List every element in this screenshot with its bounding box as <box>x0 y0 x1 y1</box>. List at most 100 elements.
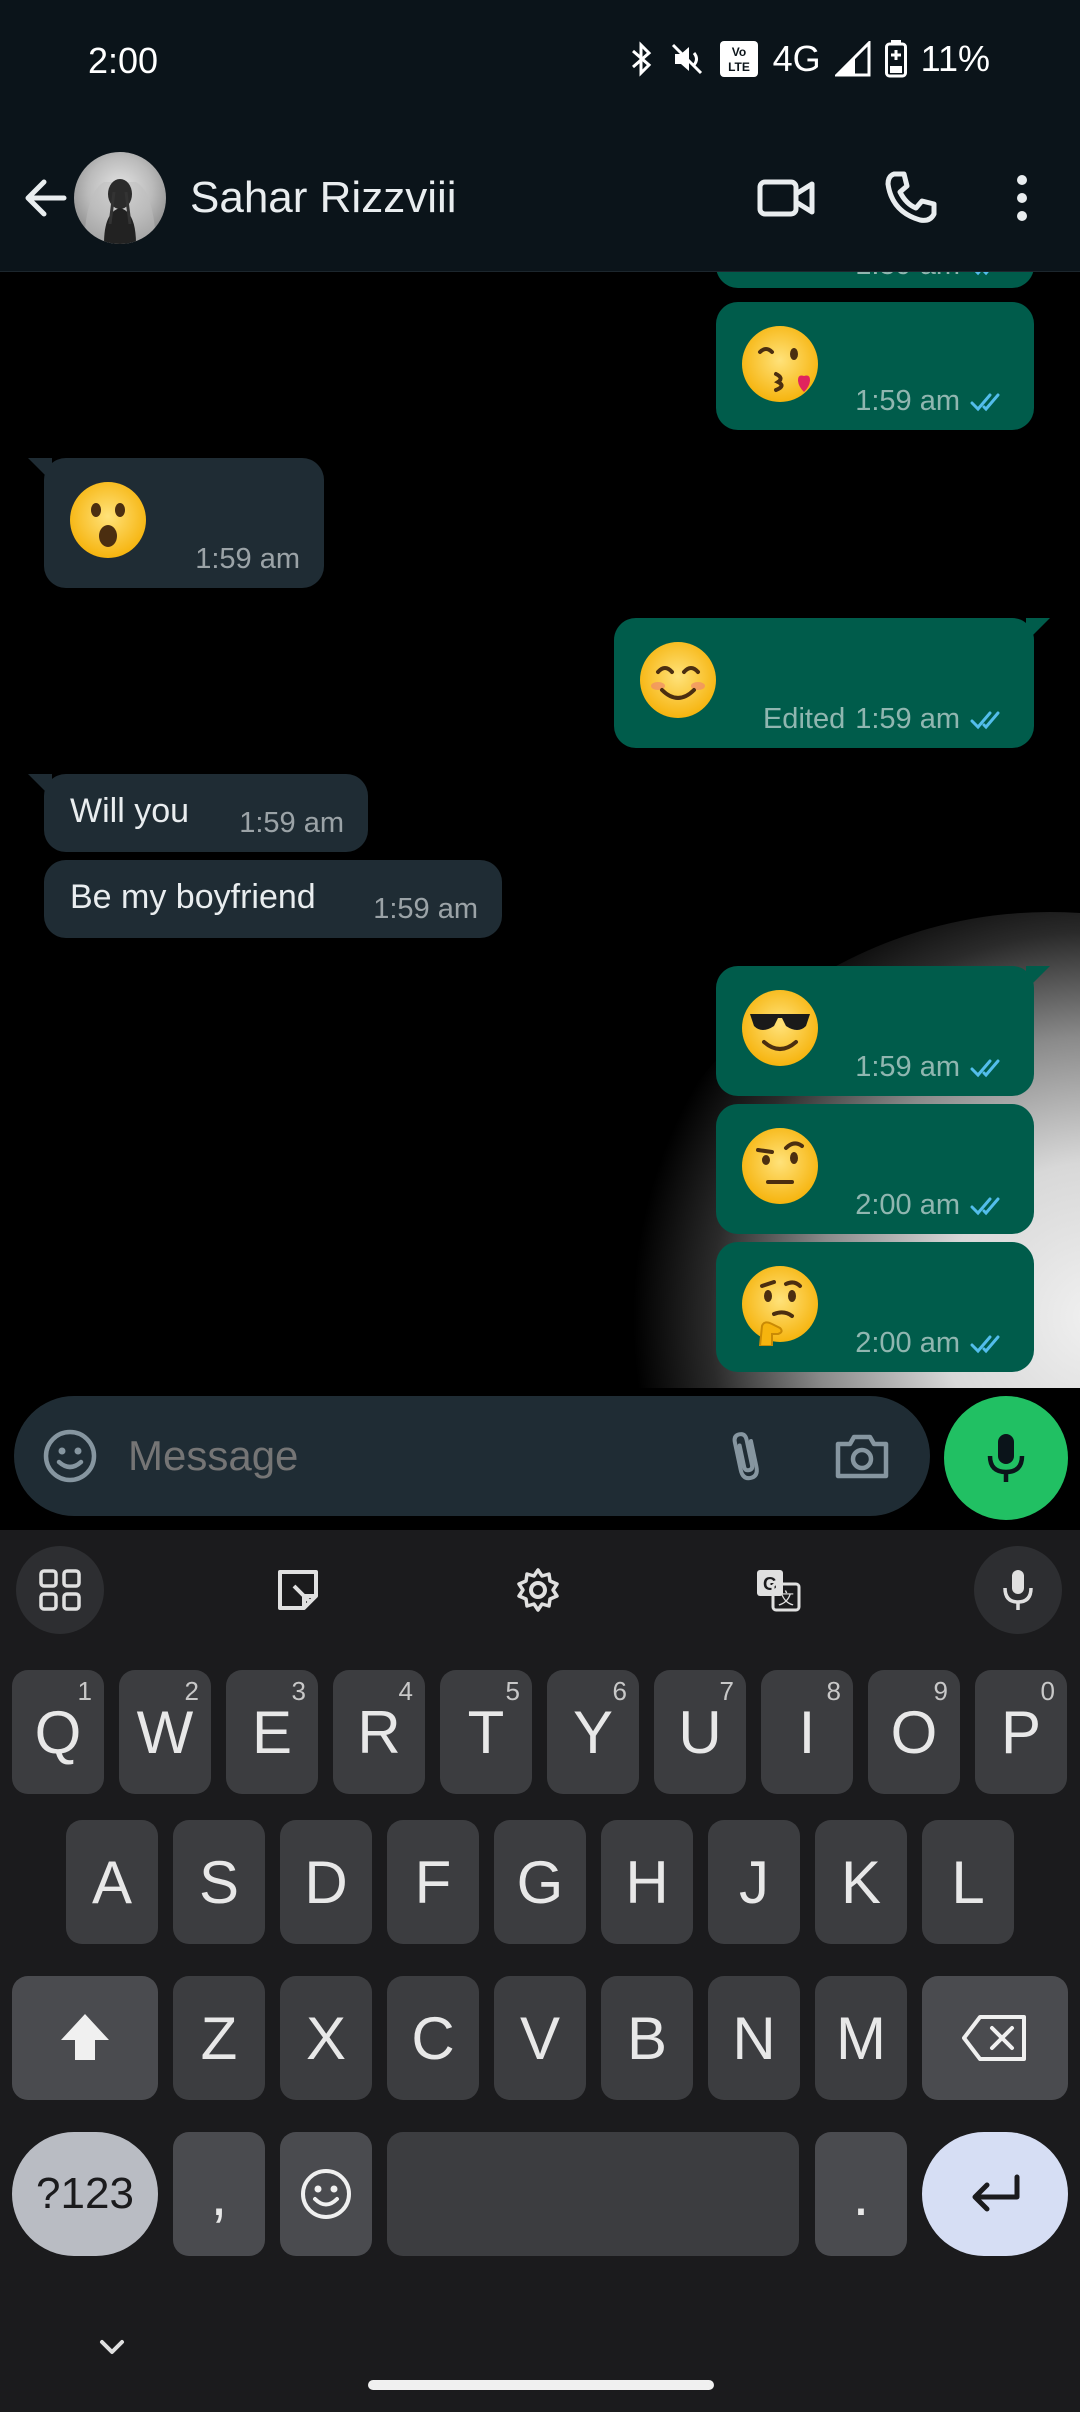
arrow-left-icon <box>25 179 67 217</box>
microphone-icon <box>1003 1570 1033 1610</box>
backspace-key[interactable] <box>922 1976 1068 2100</box>
key-x[interactable]: X <box>280 1976 372 2100</box>
smiling-face-with-smiling-eyes-icon <box>640 642 716 718</box>
enter-key[interactable] <box>922 2132 1068 2256</box>
gesture-nav-handle[interactable] <box>368 2380 714 2390</box>
soft-keyboard: G文 Q1 W2 E3 R4 T5 Y6 U7 I8 O9 P0 A S D F… <box>0 1530 1080 2412</box>
menu-button[interactable] <box>992 168 1052 228</box>
thinking-face-icon <box>742 1266 818 1346</box>
sticker-button[interactable] <box>254 1546 342 1634</box>
message-time: 2:00 am <box>855 1327 960 1359</box>
volte-icon: VoLTE <box>719 41 758 77</box>
collapse-keyboard-button[interactable] <box>88 2328 136 2368</box>
backspace-icon <box>962 2015 1026 2061</box>
camera-button[interactable] <box>832 1426 892 1486</box>
gear-icon <box>517 1568 559 1612</box>
read-ticks-icon <box>970 391 1010 413</box>
voice-message-button[interactable] <box>944 1396 1068 1520</box>
message-bubble-outgoing[interactable]: 1:59 am <box>716 966 1050 1096</box>
message-bubble-partial[interactable]: 1:59 am <box>716 272 1034 288</box>
message-bubble-outgoing[interactable]: 1:59 am <box>716 302 1034 430</box>
message-time: 1:59 am <box>855 272 960 282</box>
chat-area[interactable]: 1:59 am 1:59 am 1:59 am <box>0 272 1080 1388</box>
chevron-down-icon <box>100 2340 124 2354</box>
smiling-face-with-sunglasses-icon <box>742 990 818 1066</box>
key-k[interactable]: K <box>815 1820 907 1944</box>
period-key[interactable]: . <box>815 2132 907 2256</box>
key-m[interactable]: M <box>815 1976 907 2100</box>
key-r[interactable]: R4 <box>333 1670 425 1794</box>
back-button[interactable] <box>18 170 74 226</box>
key-i[interactable]: I8 <box>761 1670 853 1794</box>
key-b[interactable]: B <box>601 1976 693 2100</box>
message-time: 1:59 am <box>855 1051 960 1083</box>
key-e[interactable]: E3 <box>226 1670 318 1794</box>
key-j[interactable]: J <box>708 1820 800 1944</box>
read-ticks-icon <box>970 1195 1010 1217</box>
shift-key[interactable] <box>12 1976 158 2100</box>
key-g[interactable]: G <box>494 1820 586 1944</box>
apps-button[interactable] <box>16 1546 104 1634</box>
network-type: 4G <box>772 38 821 79</box>
message-bubble-incoming[interactable]: Will you 1:59 am <box>28 774 368 852</box>
key-n[interactable]: N <box>708 1976 800 2100</box>
key-q[interactable]: Q1 <box>12 1670 104 1794</box>
message-text: Be my boyfriend <box>70 878 316 916</box>
key-a[interactable]: A <box>66 1820 158 1944</box>
camera-icon <box>835 1434 889 1479</box>
face-blowing-kiss-icon <box>742 326 818 402</box>
translate-icon: G文 <box>757 1570 801 1612</box>
voice-call-button[interactable] <box>880 168 940 228</box>
status-icons: Vo LTE 4G 11% <box>629 38 990 80</box>
microphone-icon <box>987 1434 1025 1482</box>
status-time: 2:00 <box>88 40 159 81</box>
translate-button[interactable]: G文 <box>734 1546 822 1634</box>
face-with-open-mouth-icon <box>70 482 146 558</box>
message-bubble-outgoing[interactable]: 2:00 am <box>716 1104 1034 1234</box>
key-c[interactable]: C <box>387 1976 479 2100</box>
key-l[interactable]: L <box>922 1820 1014 1944</box>
emoji-key[interactable] <box>280 2132 372 2256</box>
message-bubble-incoming[interactable]: Be my boyfriend 1:59 am <box>44 860 502 938</box>
key-w[interactable]: W2 <box>119 1670 211 1794</box>
voice-typing-button[interactable] <box>974 1546 1062 1634</box>
key-o[interactable]: O9 <box>868 1670 960 1794</box>
key-h[interactable]: H <box>601 1820 693 1944</box>
phone-icon <box>885 171 937 223</box>
key-z[interactable]: Z <box>173 1976 265 2100</box>
message-bubble-incoming[interactable]: 1:59 am <box>28 458 324 588</box>
message-time: 1:59 am <box>855 703 960 735</box>
message-bubble-outgoing[interactable]: Edited 1:59 am <box>614 618 1050 748</box>
key-v[interactable]: V <box>494 1976 586 2100</box>
symbols-key[interactable]: ?123 <box>12 2132 158 2256</box>
message-input[interactable] <box>128 1432 688 1480</box>
comma-key[interactable]: , <box>173 2132 265 2256</box>
message-time: 1:59 am <box>373 893 478 925</box>
attach-button[interactable] <box>718 1426 778 1486</box>
bluetooth-icon <box>631 41 651 77</box>
sticker-icon <box>278 1570 318 1610</box>
key-p[interactable]: P0 <box>975 1670 1067 1794</box>
svg-text:文: 文 <box>778 1589 794 1608</box>
key-y[interactable]: Y6 <box>547 1670 639 1794</box>
chat-header: Sahar Rizzviii <box>0 130 1080 272</box>
keyboard-toolbar: G文 <box>0 1530 1080 1650</box>
message-bubble-outgoing[interactable]: 2:00 am <box>716 1242 1034 1372</box>
key-f[interactable]: F <box>387 1820 479 1944</box>
read-ticks-icon <box>970 1057 1010 1079</box>
contact-name[interactable]: Sahar Rizzviii <box>190 173 457 223</box>
paperclip-icon <box>732 1432 759 1481</box>
video-call-button[interactable] <box>756 168 816 228</box>
emoji-button[interactable] <box>40 1426 100 1486</box>
message-time: 1:59 am <box>195 543 300 575</box>
svg-text:Vo: Vo <box>731 45 745 59</box>
keyboard-settings-button[interactable] <box>494 1546 582 1634</box>
key-t[interactable]: T5 <box>440 1670 532 1794</box>
mute-icon <box>671 43 702 75</box>
key-d[interactable]: D <box>280 1820 372 1944</box>
space-key[interactable] <box>387 2132 799 2256</box>
key-u[interactable]: U7 <box>654 1670 746 1794</box>
key-s[interactable]: S <box>173 1820 265 1944</box>
message-time: 2:00 am <box>855 1189 960 1221</box>
contact-avatar[interactable] <box>74 152 166 244</box>
